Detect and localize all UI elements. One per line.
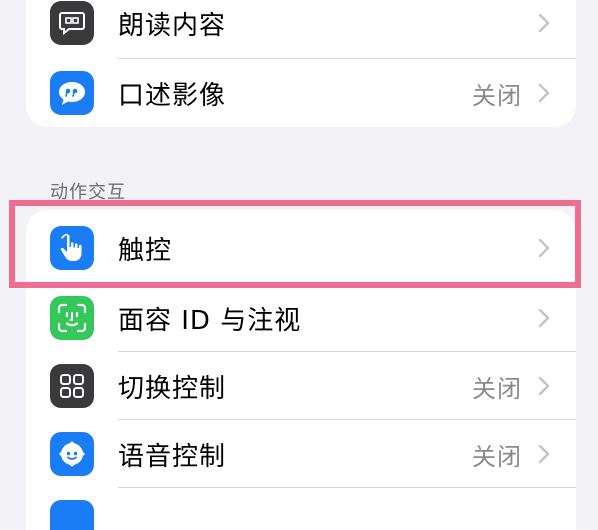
chevron-right-icon [538,444,550,464]
row-label: 触控 [118,235,173,266]
row-label: 口述影像 [118,80,227,111]
row-face-id-attention[interactable]: 面容 ID 与注视 [26,284,576,352]
row-separator [118,487,576,488]
chevron-right-icon [538,308,550,328]
row-label: 朗读内容 [118,10,227,41]
app-icon [50,500,94,530]
row-label: 面容 ID 与注视 [118,305,302,336]
switch-grid-icon [50,364,94,408]
row-touch[interactable]: 触控 [26,214,576,282]
chevron-right-icon [538,13,550,33]
quote-bubble-icon [50,71,94,115]
row-value: 关闭 [472,442,522,471]
row-value: 关闭 [472,81,522,110]
section-header-interaction: 动作交互 [50,182,126,203]
row-voice-control[interactable]: 语音控制 关闭 [26,420,576,488]
chevron-right-icon [538,238,550,258]
hand-touch-icon [50,226,94,270]
face-id-icon [50,296,94,340]
row-label: 语音控制 [118,441,227,472]
row-label: 切换控制 [118,373,227,404]
row-audio-descriptions[interactable]: 口述影像 关闭 [26,59,576,127]
chevron-right-icon [538,376,550,396]
row-spoken-content[interactable]: 朗读内容 [26,0,576,57]
row-switch-control[interactable]: 切换控制 关闭 [26,352,576,420]
chevron-right-icon [538,83,550,103]
voice-control-icon [50,432,94,476]
row-value: 关闭 [472,374,522,403]
settings-group-interaction: 触控 面容 ID 与注视 切换控制 关闭 语音控制 关闭 [26,210,576,530]
settings-group-speech: 朗读内容 口述影像 关闭 [26,0,576,127]
speech-bubble-icon [50,1,94,45]
